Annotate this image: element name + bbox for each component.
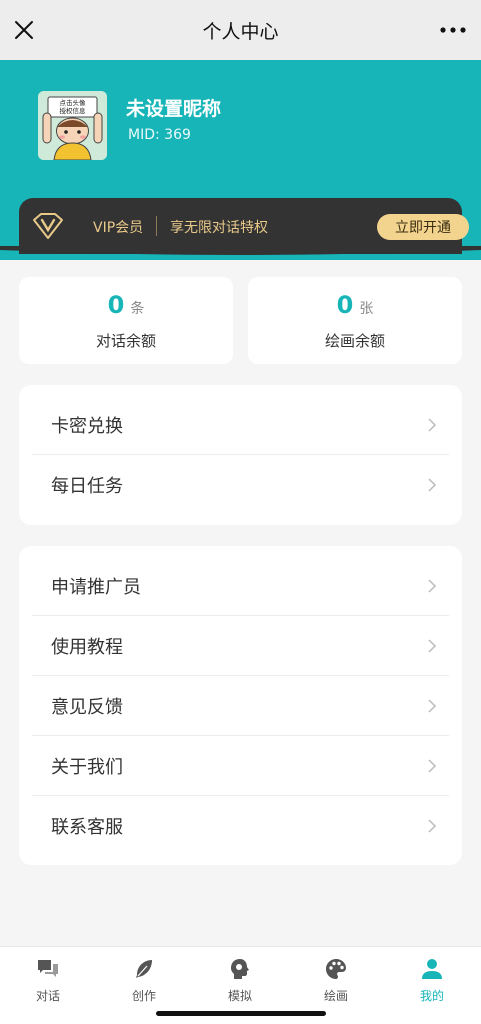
more-icon[interactable] [437, 18, 469, 42]
menu-item-daily-tasks[interactable]: 每日任务 [32, 455, 449, 515]
chevron-right-icon [428, 579, 437, 593]
chevron-right-icon [428, 699, 437, 713]
tab-label: 绘画 [323, 989, 348, 1003]
tab-chat[interactable]: 对话 [0, 947, 96, 1009]
close-icon[interactable] [12, 18, 36, 42]
vip-divider [156, 216, 157, 236]
tab-label: 模拟 [227, 989, 252, 1003]
menu-group-general: 申请推广员 使用教程 意见反馈 关于我们 联系客服 [19, 546, 462, 865]
menu-item-tutorial[interactable]: 使用教程 [32, 616, 449, 676]
menu-item-label: 申请推广员 [51, 576, 141, 598]
menu-item-feedback[interactable]: 意见反馈 [32, 676, 449, 736]
draw-balance-label: 绘画余额 [324, 332, 385, 350]
menu-item-label: 意见反馈 [51, 696, 123, 718]
chat-balance-card[interactable]: 0条 对话余额 [19, 277, 233, 364]
menu-group-rewards: 卡密兑换 每日任务 [19, 385, 462, 525]
avatar-illustration: 点击头像 授权信息 [38, 91, 107, 160]
head-icon [231, 959, 249, 979]
tab-mine[interactable]: 我的 [384, 947, 480, 1009]
vip-diamond-icon [33, 213, 63, 239]
user-icon [422, 959, 442, 979]
avatar-sign-line1: 点击头像 [60, 98, 87, 107]
draw-balance-value: 0 [336, 291, 354, 319]
chevron-right-icon [428, 639, 437, 653]
feather-icon [136, 960, 152, 978]
page-title: 个人中心 [202, 20, 279, 43]
draw-balance-unit: 张 [359, 301, 374, 317]
menu-item-label: 卡密兑换 [51, 415, 123, 437]
tab-drawing[interactable]: 绘画 [288, 947, 384, 1009]
tab-bar: 对话 创作 模拟 绘画 我的 [0, 946, 481, 1008]
draw-balance-card[interactable]: 0张 绘画余额 [248, 277, 462, 364]
home-indicator-bar [156, 1011, 326, 1016]
tab-create[interactable]: 创作 [96, 947, 192, 1009]
palette-icon [326, 959, 346, 979]
menu-item-label: 使用教程 [51, 636, 123, 658]
chat-icon [38, 960, 58, 977]
menu-item-apply-promoter[interactable]: 申请推广员 [32, 556, 449, 616]
tab-label: 对话 [35, 989, 60, 1003]
chat-balance-value: 0 [107, 291, 125, 319]
chevron-right-icon [428, 478, 437, 492]
chevron-right-icon [428, 819, 437, 833]
chevron-right-icon [428, 418, 437, 432]
vip-activate-button[interactable]: 立即开通 [377, 214, 469, 240]
nickname[interactable]: 未设置昵称 [126, 94, 221, 121]
tab-label: 创作 [131, 989, 156, 1003]
chat-balance-unit: 条 [130, 301, 145, 317]
chat-balance-label: 对话余额 [95, 332, 156, 350]
menu-item-redeem-code[interactable]: 卡密兑换 [32, 395, 449, 455]
tab-label: 我的 [419, 989, 444, 1003]
chevron-right-icon [428, 759, 437, 773]
home-indicator [0, 1008, 481, 1024]
vip-description: 享无限对话特权 [170, 220, 268, 236]
vip-label: VIP会员 [93, 220, 144, 236]
avatar-sign-line2: 授权信息 [60, 106, 87, 115]
menu-item-label: 每日任务 [51, 476, 123, 497]
menu-item-contact-support[interactable]: 联系客服 [32, 796, 449, 856]
avatar[interactable]: 点击头像 授权信息 [38, 91, 107, 160]
nav-bar: 个人中心 [0, 0, 481, 60]
menu-item-label: 联系客服 [51, 817, 123, 838]
tab-simulate[interactable]: 模拟 [192, 947, 288, 1009]
member-id: MID: 369 [128, 127, 191, 143]
menu-item-label: 关于我们 [51, 756, 123, 778]
header-curve [0, 246, 481, 255]
menu-item-about-us[interactable]: 关于我们 [32, 736, 449, 796]
